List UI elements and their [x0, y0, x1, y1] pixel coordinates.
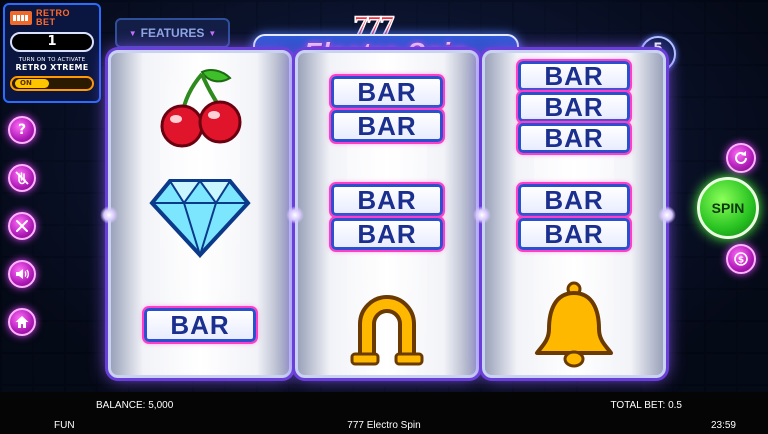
- reel-3: BAR BAR BAR BAR BAR: [482, 50, 666, 378]
- retro-bet-panel: RETRO BET 1 TURN ON TO ACTIVATE RETRO XT…: [3, 3, 101, 103]
- spin-label: SPIN: [711, 200, 745, 216]
- retro-logo-text-2: BET: [36, 17, 56, 27]
- balance-text: BALANCE: 5,000: [96, 400, 174, 411]
- bar-label: BAR: [544, 61, 604, 91]
- crossed-hand-icon: [15, 171, 29, 185]
- reel-cell: BAR BAR: [485, 163, 663, 271]
- triangle-down-icon: ▼: [208, 28, 217, 38]
- bar-label: BAR: [357, 111, 417, 141]
- spin-button[interactable]: SPIN: [697, 177, 759, 239]
- bar-symbol: BAR: [331, 218, 443, 250]
- toggle-label: ON: [15, 79, 49, 88]
- bar-symbol: BAR: [518, 184, 630, 216]
- home-icon: [15, 316, 29, 328]
- bet-button[interactable]: $: [726, 244, 756, 274]
- bar-label: BAR: [544, 185, 604, 215]
- retro-title: RETRO XTREME: [15, 63, 89, 72]
- triangle-down-icon: ▼: [128, 28, 137, 38]
- home-button[interactable]: [8, 308, 36, 336]
- bar-label: BAR: [544, 123, 604, 153]
- reel-cell: [111, 163, 289, 271]
- bar-label: BAR: [357, 219, 417, 249]
- bar-symbol: BAR: [331, 76, 443, 108]
- reel-cell: BAR BAR: [298, 55, 476, 163]
- game-stage: RETRO BET 1 TURN ON TO ACTIVATE RETRO XT…: [0, 0, 768, 392]
- retro-xtreme-toggle[interactable]: ON: [10, 76, 94, 91]
- retro-bet-logo: RETRO BET: [10, 9, 94, 27]
- payline-marker-left: [100, 206, 118, 224]
- reel-1: BAR: [108, 50, 292, 378]
- reel-cell: BAR BAR: [298, 163, 476, 271]
- sound-button[interactable]: [8, 260, 36, 288]
- retro-bet-badge-icon: [10, 11, 32, 25]
- payline-marker: [286, 206, 304, 224]
- reel-cell: [485, 271, 663, 375]
- settings-button[interactable]: [8, 212, 36, 240]
- game-title-text: 777 Electro Spin: [347, 420, 421, 431]
- status-bar: BALANCE: 5,000 TOTAL BET: 0.5 FUN 777 El…: [0, 392, 768, 434]
- bar-label: BAR: [544, 92, 604, 122]
- total-bet-text: TOTAL BET: 0.5: [610, 400, 682, 411]
- retro-bet-count[interactable]: 1: [10, 32, 94, 52]
- bar-symbol: BAR: [144, 308, 256, 342]
- autoplay-button[interactable]: [726, 143, 756, 173]
- reel-2: BAR BAR BAR BAR: [295, 50, 479, 378]
- bar-symbol: BAR: [518, 123, 630, 153]
- help-button[interactable]: ?: [8, 116, 36, 144]
- autoplay-off-button[interactable]: [8, 164, 36, 192]
- cherry-icon: [160, 69, 242, 148]
- refresh-icon: [735, 151, 747, 164]
- tools-icon: [16, 220, 28, 232]
- bar-symbol: BAR: [518, 218, 630, 250]
- svg-text:$: $: [738, 256, 744, 266]
- bar-symbol: BAR: [331, 184, 443, 216]
- bar-symbol: BAR: [518, 61, 630, 91]
- features-label: FEATURES: [140, 26, 205, 40]
- bar-label: BAR: [170, 310, 230, 340]
- bell-icon: [535, 281, 613, 368]
- coin-icon: $: [734, 252, 748, 266]
- reel-cell: [111, 55, 289, 163]
- horseshoe-icon: [350, 295, 424, 366]
- diamond-icon: [149, 179, 251, 259]
- payline-marker: [473, 206, 491, 224]
- reel-cell: BAR BAR BAR: [485, 53, 663, 161]
- bar-label: BAR: [357, 77, 417, 107]
- question-icon: ?: [17, 122, 27, 138]
- bar-label: BAR: [357, 185, 417, 215]
- bar-symbol: BAR: [331, 110, 443, 142]
- speaker-icon: [16, 269, 29, 279]
- reel-cell: [298, 271, 476, 375]
- bar-symbol: BAR: [518, 92, 630, 122]
- features-button[interactable]: ▼ FEATURES ▼: [115, 18, 230, 48]
- reel-cell: BAR: [111, 271, 289, 375]
- bar-label: BAR: [544, 219, 604, 249]
- payline-marker-right: [658, 206, 676, 224]
- clock-text: 23:59: [710, 420, 736, 431]
